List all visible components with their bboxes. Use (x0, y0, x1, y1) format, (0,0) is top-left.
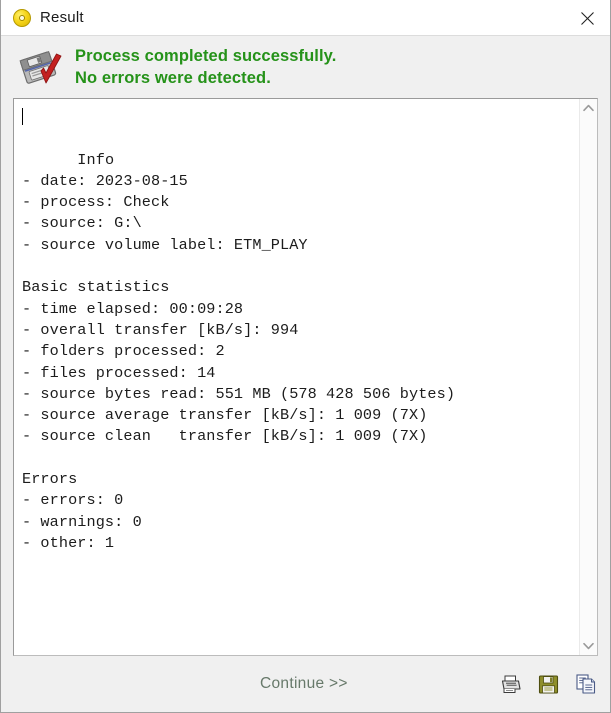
scrollbar-track[interactable] (580, 117, 597, 637)
log-panel: Info - date: 2023-08-15 - process: Check… (13, 98, 598, 656)
save-icon (538, 674, 558, 694)
status-banner: Process completed successfully. No error… (1, 36, 610, 98)
text-caret (22, 108, 23, 125)
copy-icon (576, 674, 596, 694)
log-scrollbar[interactable] (579, 99, 597, 655)
scroll-up-button[interactable] (580, 99, 597, 117)
log-content: Info - date: 2023-08-15 - process: Check… (22, 150, 456, 552)
scroll-down-button[interactable] (580, 637, 597, 655)
log-textarea[interactable]: Info - date: 2023-08-15 - process: Check… (14, 99, 579, 655)
copy-button[interactable] (574, 672, 598, 696)
footer-bar: Continue >> (1, 656, 610, 712)
status-line-2: No errors were detected. (75, 69, 271, 87)
print-button[interactable] (498, 672, 522, 696)
status-line-1: Process completed successfully. (75, 47, 337, 65)
chevron-down-icon (583, 642, 594, 650)
close-button[interactable] (564, 0, 610, 36)
result-window: Result Process completed successfully. N… (0, 0, 611, 713)
save-button[interactable] (536, 672, 560, 696)
footer-icon-group (498, 672, 598, 696)
close-icon (580, 11, 594, 25)
chevron-up-icon (583, 104, 594, 112)
title-bar: Result (1, 0, 610, 36)
window-title: Result (40, 9, 84, 26)
continue-button[interactable]: Continue >> (260, 675, 348, 693)
disc-icon (13, 8, 31, 27)
status-message: Process completed successfully. No error… (75, 45, 336, 89)
print-icon (501, 675, 521, 693)
disk-check-icon (15, 43, 65, 91)
